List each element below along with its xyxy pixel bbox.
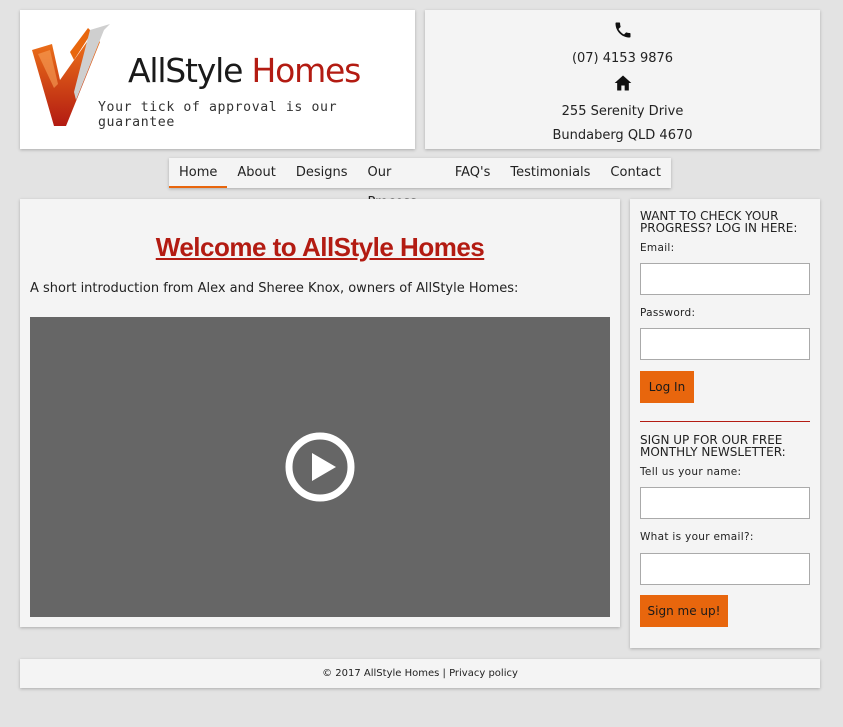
newsletter-heading: SIGN UP FOR OUR FREE MONTHLY NEWSLETTER:: [640, 433, 786, 459]
main-nav: Home About Designs Our Process FAQ's Tes…: [169, 158, 671, 210]
nav-about[interactable]: About: [227, 158, 285, 188]
login-heading: WANT TO CHECK YOUR PROGRESS? LOG IN HERE…: [640, 209, 798, 235]
login-button[interactable]: Log In: [640, 371, 694, 403]
play-icon[interactable]: [285, 432, 355, 502]
newsletter-email-input[interactable]: [640, 553, 810, 585]
privacy-policy-link[interactable]: Privacy policy: [449, 668, 518, 679]
newsletter-name-input[interactable]: [640, 487, 810, 519]
brand-name-part1: AllStyle: [128, 51, 243, 90]
page-title: Welcome to AllStyle Homes: [155, 232, 485, 262]
nav-contact[interactable]: Contact: [600, 158, 671, 188]
nav-home[interactable]: Home: [169, 158, 228, 188]
signup-button[interactable]: Sign me up!: [640, 595, 728, 627]
login-email-input[interactable]: [640, 263, 810, 295]
address-line1: 255 Serenity Drive: [561, 104, 684, 119]
brand-name-part2: Homes: [251, 51, 362, 90]
sidebar: WANT TO CHECK YOUR PROGRESS? LOG IN HERE…: [630, 199, 820, 648]
footer: © 2017 AllStyle Homes | Privacy policy: [20, 659, 820, 688]
copyright-text: © 2017 AllStyle Homes |: [322, 668, 450, 679]
login-password-input[interactable]: [640, 328, 810, 360]
contact-panel: (07) 4153 9876 255 Serenity Drive Bundab…: [425, 10, 820, 149]
brand-name: AllStyle Homes: [128, 51, 362, 90]
newsletter-email-label: What is your email?:: [640, 531, 754, 543]
address-line2: Bundaberg QLD 4670: [552, 128, 693, 143]
nav-designs[interactable]: Designs: [286, 158, 358, 188]
logo-panel: AllStyle Homes Your tick of approval is …: [20, 10, 415, 149]
newsletter-name-label: Tell us your name:: [640, 466, 742, 478]
intro-video[interactable]: [30, 317, 610, 617]
sidebar-divider: [640, 421, 810, 422]
nav-testimonials[interactable]: Testimonials: [500, 158, 600, 188]
login-email-label: Email:: [640, 242, 675, 254]
nav-our-process[interactable]: Our Process: [358, 158, 445, 210]
home-icon: [614, 75, 632, 91]
tagline: Your tick of approval is our guarantee: [98, 100, 338, 130]
phone-number[interactable]: (07) 4153 9876: [425, 51, 820, 66]
main-content: Welcome to AllStyle Homes A short introd…: [20, 199, 620, 627]
nav-faqs[interactable]: FAQ's: [445, 158, 501, 188]
login-password-label: Password:: [640, 307, 696, 319]
phone-icon: [615, 22, 631, 38]
intro-text: A short introduction from Alex and Shere…: [30, 281, 519, 296]
